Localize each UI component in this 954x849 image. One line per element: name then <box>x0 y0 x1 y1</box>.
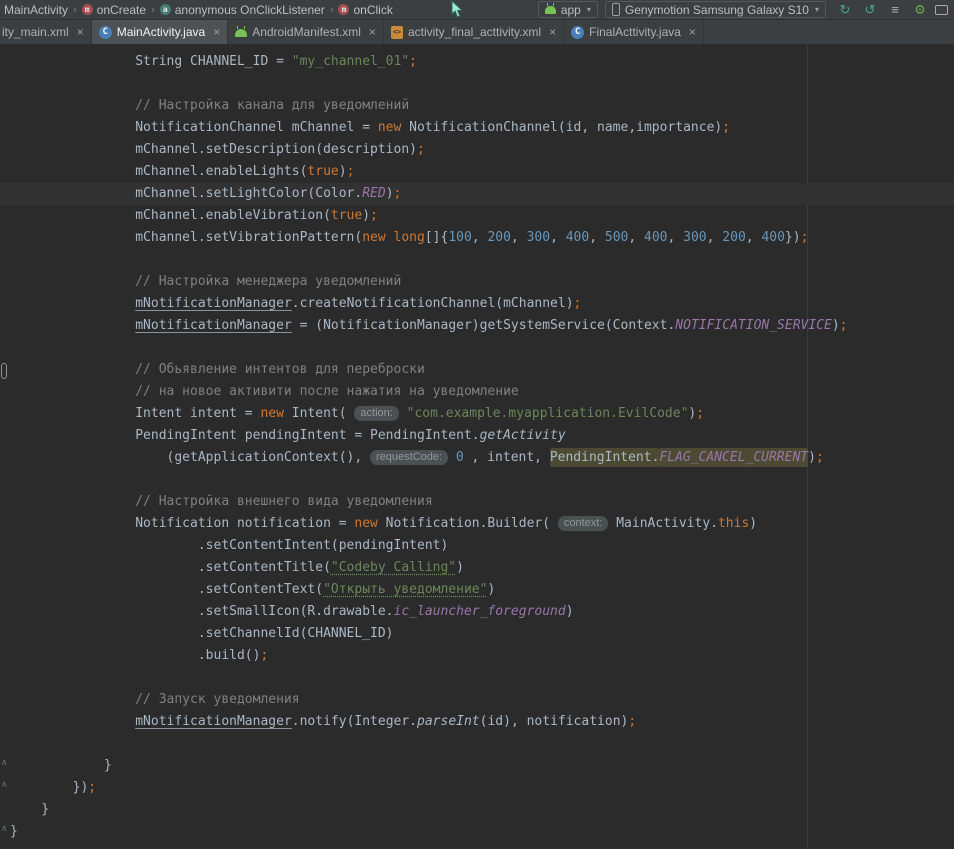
tab-label: AndroidManifest.xml <box>252 25 361 39</box>
code-line[interactable]: // на новое активити после нажатия на ув… <box>0 381 954 403</box>
code-area[interactable]: String CHANNEL_ID = "my_channel_01"; // … <box>0 45 954 843</box>
mouse-cursor <box>450 0 464 18</box>
tab-label: ity_main.xml <box>2 25 69 39</box>
inlay-hint: context: <box>558 516 609 531</box>
tab-finalacttivity-java[interactable]: C FinalActtivity.java × <box>564 20 704 44</box>
breadcrumb-separator: › <box>330 4 334 16</box>
code-line[interactable]: String CHANNEL_ID = "my_channel_01"; <box>0 51 954 73</box>
tab-androidmanifest-xml[interactable]: AndroidManifest.xml × <box>228 20 384 44</box>
code-line[interactable] <box>0 337 954 359</box>
code-line[interactable]: // Обьявление интентов для переброски <box>0 359 954 381</box>
phone-icon <box>612 3 620 16</box>
breadcrumb-item-onclick[interactable]: m onClick <box>338 3 392 17</box>
sync-gradle-icon[interactable]: ⚙ <box>912 1 928 19</box>
breadcrumb-label: onClick <box>353 3 392 17</box>
toolbar-actions: ↻ ↺ ≡ ⚙ <box>837 1 928 19</box>
close-icon[interactable]: × <box>369 27 376 37</box>
editor-tab-bar: ity_main.xml×CMainActivity.java×AndroidM… <box>0 20 954 45</box>
code-line[interactable]: PendingIntent pendingIntent = PendingInt… <box>0 425 954 447</box>
code-line[interactable] <box>0 469 954 491</box>
code-line[interactable]: mChannel.enableLights(true); <box>0 161 954 183</box>
close-icon[interactable]: × <box>549 27 556 37</box>
breadcrumb-separator: › <box>73 4 77 16</box>
breadcrumb-label: onCreate <box>97 3 146 17</box>
code-line[interactable]: } <box>0 799 954 821</box>
tab-label: activity_final_acttivity.xml <box>408 25 541 39</box>
code-line[interactable]: .setContentText("Открыть уведомление") <box>0 579 954 601</box>
code-line[interactable]: (getApplicationContext(), requestCode: 0… <box>0 447 954 469</box>
fold-end-marker[interactable]: ∧ <box>1 758 8 767</box>
breadcrumb-item-anonymous-class[interactable]: a anonymous OnClickListener <box>160 3 325 17</box>
build-variants-icon[interactable]: ≡ <box>887 1 903 19</box>
xml-file-icon: <> <box>391 26 403 39</box>
device-manager-icon[interactable] <box>935 5 948 15</box>
chevron-down-icon: ▾ <box>815 5 819 14</box>
tab-activity-final-acttivity-xml[interactable]: <> activity_final_acttivity.xml × <box>384 20 564 44</box>
code-line[interactable]: mNotificationManager.notify(Integer.pars… <box>0 711 954 733</box>
toolbar: MainActivity › m onCreate › a anonymous … <box>0 0 954 20</box>
code-line[interactable] <box>0 667 954 689</box>
code-line[interactable]: }); <box>0 777 954 799</box>
close-icon[interactable]: × <box>213 27 220 37</box>
code-editor[interactable]: String CHANNEL_ID = "my_channel_01"; // … <box>0 45 954 849</box>
fold-end-marker[interactable]: ∧ <box>1 824 8 833</box>
java-class-icon: C <box>571 26 584 39</box>
code-line[interactable]: } <box>0 821 954 843</box>
java-class-icon: C <box>99 26 112 39</box>
fold-end-marker[interactable]: ∧ <box>1 780 8 789</box>
code-line[interactable] <box>0 249 954 271</box>
code-line[interactable] <box>0 73 954 95</box>
breadcrumb-label: MainActivity <box>4 3 68 17</box>
code-line[interactable]: mChannel.setVibrationPattern(new long[]{… <box>0 227 954 249</box>
code-line[interactable]: .build(); <box>0 645 954 667</box>
tab-mainactivity-java[interactable]: C MainActivity.java × <box>92 20 229 44</box>
code-line[interactable]: .setSmallIcon(R.drawable.ic_launcher_for… <box>0 601 954 623</box>
code-line[interactable]: Intent intent = new Intent( action: "com… <box>0 403 954 425</box>
code-line[interactable]: // Настройка менеджера уведомлений <box>0 271 954 293</box>
code-line[interactable]: mNotificationManager.createNotificationC… <box>0 293 954 315</box>
method-icon: m <box>338 4 349 15</box>
breadcrumb-item-oncreate[interactable]: m onCreate <box>82 3 146 17</box>
inlay-hint: action: <box>354 406 398 421</box>
device-selector[interactable]: Genymotion Samsung Galaxy S10 ▾ <box>605 1 826 18</box>
method-icon: m <box>82 4 93 15</box>
code-line[interactable]: mChannel.setDescription(description); <box>0 139 954 161</box>
close-icon[interactable]: × <box>689 27 696 37</box>
run-config-selector[interactable]: app ▾ <box>538 1 598 18</box>
code-line[interactable]: Notification notification = new Notifica… <box>0 513 954 535</box>
inlay-hint: requestCode: <box>370 450 448 465</box>
anonymous-class-icon: a <box>160 4 171 15</box>
android-icon <box>545 6 556 14</box>
tab-label: FinalActtivity.java <box>589 25 681 39</box>
breadcrumb-separator: › <box>151 4 155 16</box>
close-icon[interactable]: × <box>77 27 84 37</box>
code-line[interactable]: // Запуск уведомления <box>0 689 954 711</box>
device-label: Genymotion Samsung Galaxy S10 <box>625 3 809 17</box>
android-studio-window: MainActivity › m onCreate › a anonymous … <box>0 0 954 849</box>
bookmark-icon <box>1 363 7 379</box>
code-line[interactable]: .setContentTitle("Codeby Calling") <box>0 557 954 579</box>
code-line[interactable]: mNotificationManager = (NotificationMana… <box>0 315 954 337</box>
code-line[interactable]: // Настройка канала для уведомлений <box>0 95 954 117</box>
breadcrumb-item-class[interactable]: MainActivity <box>4 3 68 17</box>
code-line[interactable]: } <box>0 755 954 777</box>
breadcrumb-label: anonymous OnClickListener <box>175 3 325 17</box>
android-file-icon <box>235 29 247 37</box>
breadcrumb: MainActivity › m onCreate › a anonymous … <box>4 3 393 17</box>
code-line[interactable]: NotificationChannel mChannel = new Notif… <box>0 117 954 139</box>
code-line-caret[interactable]: mChannel.setLightColor(Color.RED); <box>0 183 954 205</box>
code-line[interactable]: // Настройка внешнего вида уведомления <box>0 491 954 513</box>
run-config-label: app <box>561 3 581 17</box>
code-line[interactable]: mChannel.enableVibration(true); <box>0 205 954 227</box>
chevron-down-icon: ▾ <box>587 5 591 14</box>
apply-changes-icon[interactable]: ↻ <box>837 1 853 19</box>
tab-label: MainActivity.java <box>117 25 205 39</box>
code-line[interactable] <box>0 733 954 755</box>
apply-code-changes-icon[interactable]: ↺ <box>862 1 878 19</box>
tab-ity-main-xml[interactable]: ity_main.xml × <box>0 20 92 44</box>
code-line[interactable]: .setChannelId(CHANNEL_ID) <box>0 623 954 645</box>
code-line[interactable]: .setContentIntent(pendingIntent) <box>0 535 954 557</box>
run-toolbar: app ▾ Genymotion Samsung Galaxy S10 ▾ ↻ ↺… <box>538 0 950 19</box>
